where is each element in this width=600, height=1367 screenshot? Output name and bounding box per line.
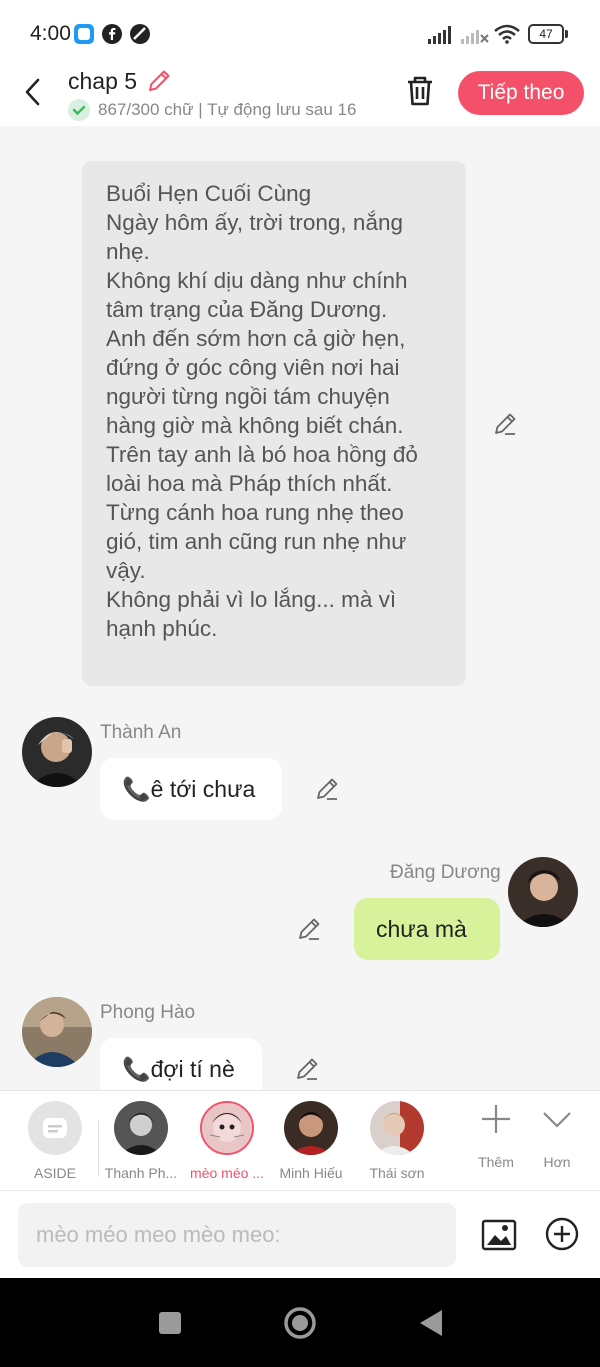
messenger-app-icon [74,24,94,44]
sender-name: Thành An [100,722,182,743]
app-icon [130,24,150,44]
message-input[interactable] [18,1203,456,1267]
avatar [370,1101,424,1155]
input-bar [0,1190,600,1278]
narration-block[interactable]: Buổi Hẹn Cuối Cùng Ngày hôm ấy, trời tro… [82,161,466,686]
character-thai-son[interactable]: Thái sơn [352,1101,442,1181]
chevron-down-icon [541,1112,573,1139]
character-label: Thanh Ph... [104,1165,178,1181]
signal-no-service-icon [461,26,489,49]
character-thanh-ph[interactable]: Thanh Ph... [96,1101,186,1181]
avatar[interactable] [22,997,92,1067]
image-icon[interactable] [481,1217,517,1253]
battery-tip [565,30,568,38]
avatar [114,1101,168,1155]
avatar[interactable] [22,717,92,787]
edit-message-icon[interactable] [294,1056,320,1082]
signal-icon [428,26,454,49]
add-character-button[interactable]: Thêm [466,1103,526,1170]
edit-message-icon[interactable] [314,776,340,802]
edit-message-icon[interactable] [296,916,322,942]
next-button[interactable]: Tiếp theo [458,71,584,115]
aside-icon [28,1101,82,1155]
message-bubble[interactable]: 📞ê tới chưa [100,758,282,820]
message-bubble[interactable]: 📞đợi tí nè [100,1038,262,1090]
add-circle-icon[interactable] [545,1217,579,1251]
back-button[interactable] [18,74,50,110]
edit-narration-icon[interactable] [492,411,518,437]
home-button[interactable] [283,1306,317,1345]
chat-area[interactable]: Buổi Hẹn Cuối Cùng Ngày hôm ấy, trời tro… [0,126,600,1090]
character-label: Minh Hiếu [279,1165,343,1181]
character-label: ASIDE [33,1165,76,1181]
chapter-title[interactable]: chap 5 [68,68,137,95]
save-status: 867/300 chữ | Tự động lưu sau 16 [98,100,357,119]
character-minh-hieu[interactable]: Minh Hiếu [266,1101,356,1181]
delete-button[interactable] [404,74,436,108]
check-icon [68,99,90,121]
character-meo-meo[interactable]: mèo méo ... [182,1101,272,1181]
plus-icon [480,1105,512,1139]
editor-header: chap 5 867/300 chữ | Tự động lưu sau 16 … [0,64,600,126]
character-label: mèo méo ... [190,1165,264,1181]
system-nav-bar [0,1278,600,1367]
more-label: Thêm [478,1154,514,1170]
character-selector: ASIDE Thanh Ph... mèo méo ... Minh Hiếu … [0,1090,600,1190]
collapse-button[interactable]: Hơn [527,1103,587,1170]
back-nav-button[interactable] [418,1309,444,1342]
avatar [284,1101,338,1155]
battery-indicator: 47 [528,24,564,44]
avatar [200,1101,254,1155]
character-aside[interactable]: ASIDE [10,1101,100,1181]
sender-name: Phong Hào [100,1002,196,1023]
facebook-icon [102,24,122,44]
collapse-label: Hơn [543,1154,571,1170]
status-bar: 4:00 47 [0,0,600,64]
recent-apps-button[interactable] [158,1311,182,1340]
edit-title-icon[interactable] [146,68,172,94]
sender-name: Đăng Dương [390,862,501,883]
status-time: 4:00 [30,22,71,45]
avatar[interactable] [508,857,578,927]
message-bubble[interactable]: chưa mà [354,898,500,960]
wifi-icon [494,24,520,49]
character-label: Thái sơn [369,1165,425,1181]
